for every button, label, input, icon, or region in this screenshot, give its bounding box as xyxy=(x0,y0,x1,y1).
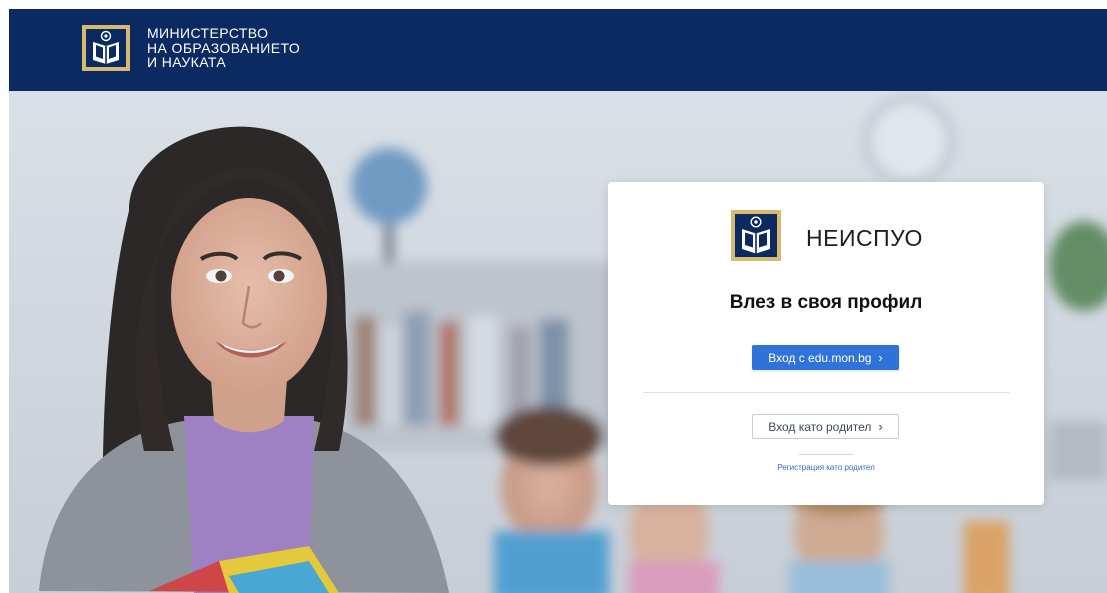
chevron-right-icon: › xyxy=(878,419,883,434)
ministry-logo-icon[interactable] xyxy=(82,25,130,71)
site-header: МИНИСТЕРСТВО НА ОБРАЗОВАНИЕТО И НАУКАТА xyxy=(9,9,1107,91)
chevron-right-icon: › xyxy=(878,350,883,365)
login-parent-button[interactable]: Вход като родител › xyxy=(752,414,899,439)
ministry-name-line-2: НА ОБРАЗОВАНИЕТО xyxy=(147,39,301,56)
app-title: НЕИСПУО xyxy=(806,225,923,251)
login-heading: Влез в своя профил xyxy=(729,292,923,313)
ministry-name-line-1: МИНИСТЕРСТВО xyxy=(147,25,269,41)
card-divider xyxy=(643,392,1010,393)
login-edu-button[interactable]: Вход с edu.mon.bg › xyxy=(752,345,899,370)
register-parent-link[interactable]: Регистрация като родител xyxy=(608,463,1044,472)
left-margin xyxy=(0,0,9,593)
login-page: МИНИСТЕРСТВО НА ОБРАЗОВАНИЕТО И НАУКАТА xyxy=(0,0,1107,593)
top-margin xyxy=(0,0,1107,9)
app-logo-icon xyxy=(731,210,781,261)
login-edu-button-label: Вход с edu.mon.bg xyxy=(768,350,872,365)
register-divider xyxy=(799,454,853,455)
ministry-name-line-3: И НАУКАТА xyxy=(147,54,227,70)
login-parent-button-label: Вход като родител xyxy=(768,419,872,434)
ministry-name: МИНИСТЕРСТВО НА ОБРАЗОВАНИЕТО И НАУКАТА xyxy=(147,26,300,70)
login-card: НЕИСПУО Влез в своя профил Вход с edu.mo… xyxy=(608,182,1044,505)
